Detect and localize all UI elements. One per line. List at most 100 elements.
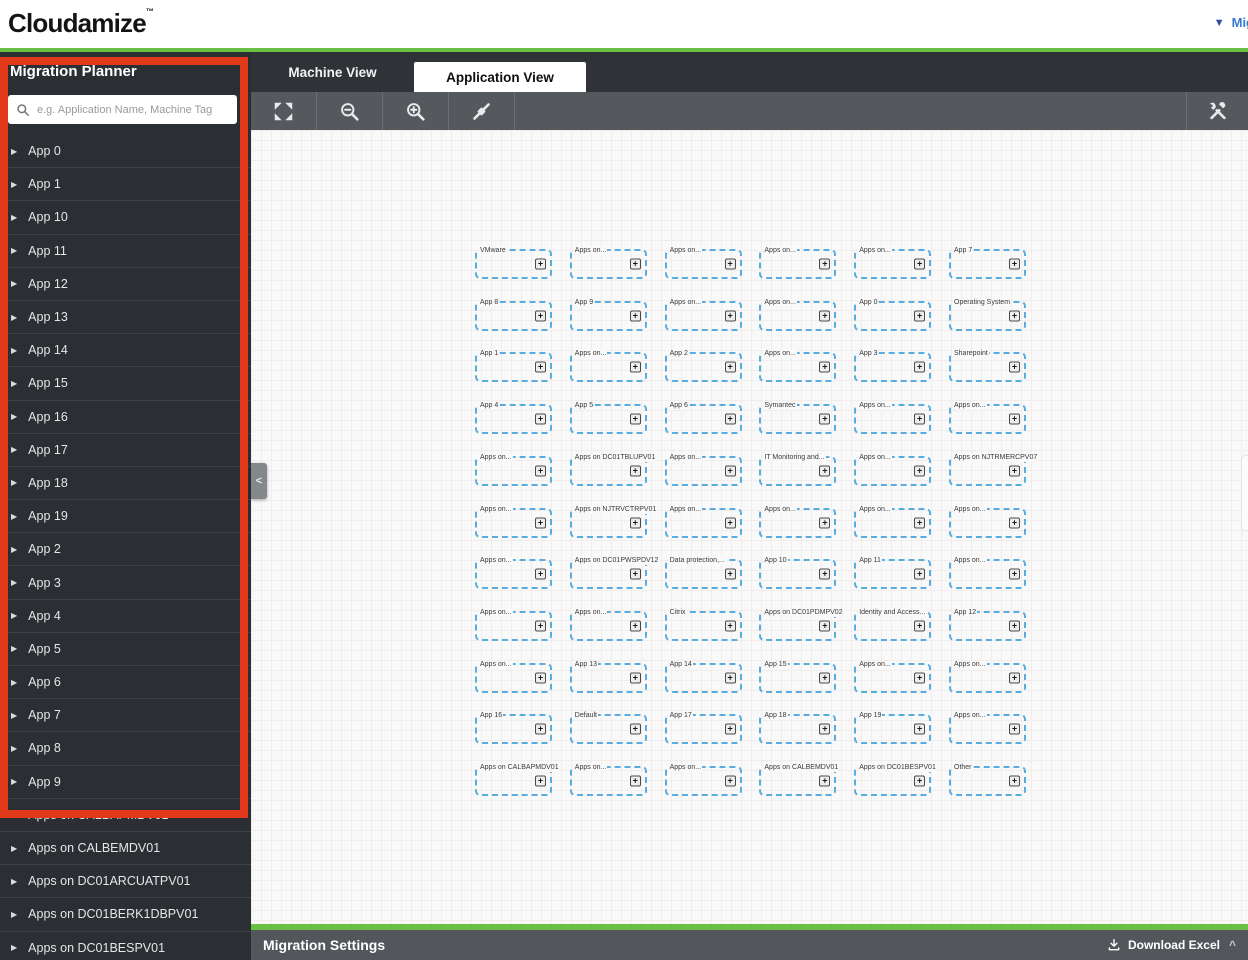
expand-app-group-button[interactable]: + (914, 672, 926, 684)
app-group-box[interactable]: Apps on DC01BESPV01 + (854, 764, 937, 796)
app-group-box[interactable]: App 4 + (475, 402, 552, 435)
app-group-box[interactable]: Apps on... + (569, 608, 647, 641)
expand-app-group-button[interactable]: + (1009, 361, 1020, 373)
app-group-box[interactable]: Apps on DC01TBLUPV01 + (569, 453, 657, 486)
expand-app-group-button[interactable]: + (914, 775, 926, 787)
collapse-panel-icon[interactable]: ^ (1229, 938, 1236, 952)
expand-app-group-button[interactable]: + (819, 620, 831, 632)
expand-app-group-button[interactable]: + (819, 568, 831, 580)
connector-tool-button[interactable] (449, 92, 515, 130)
expand-app-group-button[interactable]: + (535, 775, 546, 787)
app-group-box[interactable]: Apps on... + (949, 505, 1026, 538)
expand-app-group-button[interactable]: + (1009, 620, 1020, 632)
application-canvas[interactable]: VMware + Apps on... + Apps on... + Apps on... +… (251, 130, 1248, 924)
expand-app-group-button[interactable]: + (914, 361, 926, 373)
app-group-box[interactable]: Apps on... + (949, 557, 1026, 590)
app-group-box[interactable]: Sharepoint + (949, 350, 1026, 383)
expand-app-group-button[interactable]: + (724, 775, 736, 787)
expand-app-group-button[interactable]: + (819, 672, 831, 684)
expand-app-group-button[interactable]: + (629, 413, 641, 425)
expand-app-group-button[interactable]: + (914, 465, 926, 477)
expand-app-group-button[interactable]: + (1009, 310, 1020, 322)
expand-app-group-button[interactable]: + (629, 568, 641, 580)
expand-app-group-button[interactable]: + (819, 517, 831, 528)
sidebar-item[interactable]: ▶ App 6 (0, 666, 251, 700)
expand-app-group-button[interactable]: + (914, 620, 926, 632)
app-group-box[interactable]: App 3 + (854, 350, 932, 383)
app-group-box[interactable]: Apps on... + (854, 453, 932, 486)
sidebar-item[interactable]: ▶ App 9 (0, 766, 251, 799)
app-group-box[interactable]: Apps on DC01PWSPDV12 + (569, 557, 660, 590)
tab-application-view[interactable]: Application View (414, 62, 586, 92)
expand-app-group-button[interactable]: + (724, 310, 736, 322)
app-group-box[interactable]: App 6 + (664, 402, 742, 435)
expand-app-group-button[interactable]: + (724, 413, 736, 425)
search-input[interactable] (37, 103, 229, 116)
sidebar-item[interactable]: ▶ App 10 (0, 201, 251, 235)
app-group-box[interactable]: App 14 + (664, 660, 742, 693)
app-group-box[interactable]: App 11 + (854, 557, 932, 590)
expand-app-group-button[interactable]: + (1009, 517, 1020, 528)
expand-app-group-button[interactable]: + (629, 310, 641, 322)
expand-app-group-button[interactable]: + (1009, 672, 1020, 684)
sidebar-item[interactable]: ▶ App 16 (0, 401, 251, 434)
app-group-box[interactable]: VMware + (475, 247, 552, 279)
app-group-box[interactable]: App 16 + (475, 712, 552, 745)
expand-app-group-button[interactable]: + (629, 723, 641, 735)
sidebar-item[interactable]: ▶ App 12 (0, 268, 251, 301)
app-group-box[interactable]: App 9 + (569, 298, 647, 331)
sidebar-item[interactable]: ▶ App 7 (0, 699, 251, 733)
app-group-box[interactable]: App 17 + (664, 712, 742, 745)
sidebar-search-box[interactable] (8, 95, 237, 124)
app-group-box[interactable]: Apps on... + (664, 764, 742, 796)
download-excel-button[interactable]: Download Excel ^ (1107, 938, 1236, 952)
app-group-box[interactable]: Apps on... + (475, 453, 552, 486)
sidebar-item[interactable]: ▶ App 14 (0, 334, 251, 368)
expand-app-group-button[interactable]: + (724, 258, 736, 270)
sidebar-item[interactable]: ▶ Apps on CALBAPMDV01 (0, 799, 251, 832)
expand-app-group-button[interactable]: + (914, 517, 926, 528)
app-group-box[interactable]: Citrix + (664, 608, 742, 641)
app-group-box[interactable]: Apps on... + (569, 764, 647, 796)
app-group-box[interactable]: App 18 + (759, 712, 837, 745)
app-group-box[interactable]: Apps on... + (475, 505, 552, 538)
expand-app-group-button[interactable]: + (535, 258, 546, 270)
app-group-box[interactable]: Apps on... + (759, 247, 837, 279)
expand-app-group-button[interactable]: + (819, 723, 831, 735)
sidebar-item[interactable]: ▶ App 3 (0, 566, 251, 600)
expand-app-group-button[interactable]: + (629, 775, 641, 787)
expand-app-group-button[interactable]: + (819, 361, 831, 373)
sidebar-item[interactable]: ▶ Apps on DC01ARCUATPV01 (0, 865, 251, 899)
zoom-out-button[interactable] (317, 92, 383, 130)
expand-app-group-button[interactable]: + (819, 775, 831, 787)
app-group-box[interactable]: App 7 + (949, 247, 1026, 279)
app-group-box[interactable]: Apps on CALBAPMDV01 + (475, 764, 560, 796)
header-dropdown-menu[interactable]: ▼ Mig (1214, 15, 1248, 30)
sidebar-item[interactable]: ▶ App 15 (0, 367, 251, 401)
sidebar-item[interactable]: ▶ Apps on DC01BESPV01 (0, 932, 251, 960)
app-group-box[interactable]: Data protection,... + (664, 557, 742, 590)
expand-app-group-button[interactable]: + (1009, 413, 1020, 425)
expand-app-group-button[interactable]: + (724, 568, 736, 580)
expand-app-group-button[interactable]: + (535, 413, 546, 425)
sidebar-item[interactable]: ▶ App 5 (0, 633, 251, 666)
app-group-box[interactable]: Apps on... + (854, 505, 932, 538)
expand-app-group-button[interactable]: + (535, 517, 546, 528)
app-group-box[interactable]: Apps on... + (854, 247, 932, 279)
expand-app-group-button[interactable]: + (1009, 775, 1020, 787)
sidebar-item[interactable]: ▶ App 4 (0, 600, 251, 633)
sidebar-item[interactable]: ▶ App 13 (0, 301, 251, 335)
app-group-box[interactable]: Apps on... + (949, 712, 1026, 745)
expand-app-group-button[interactable]: + (819, 413, 831, 425)
app-group-box[interactable]: App 1 + (475, 350, 552, 383)
app-group-box[interactable]: Apps on... + (854, 402, 932, 435)
expand-app-group-button[interactable]: + (629, 465, 641, 477)
expand-app-group-button[interactable]: + (724, 517, 736, 528)
expand-app-group-button[interactable]: + (724, 723, 736, 735)
app-group-box[interactable]: App 15 + (759, 660, 837, 693)
expand-app-group-button[interactable]: + (535, 723, 546, 735)
app-group-box[interactable]: Apps on... + (664, 505, 742, 538)
app-group-box[interactable]: Identity and Access... + (854, 608, 932, 641)
app-group-box[interactable]: App 19 + (854, 712, 932, 745)
expand-app-group-button[interactable]: + (535, 361, 546, 373)
